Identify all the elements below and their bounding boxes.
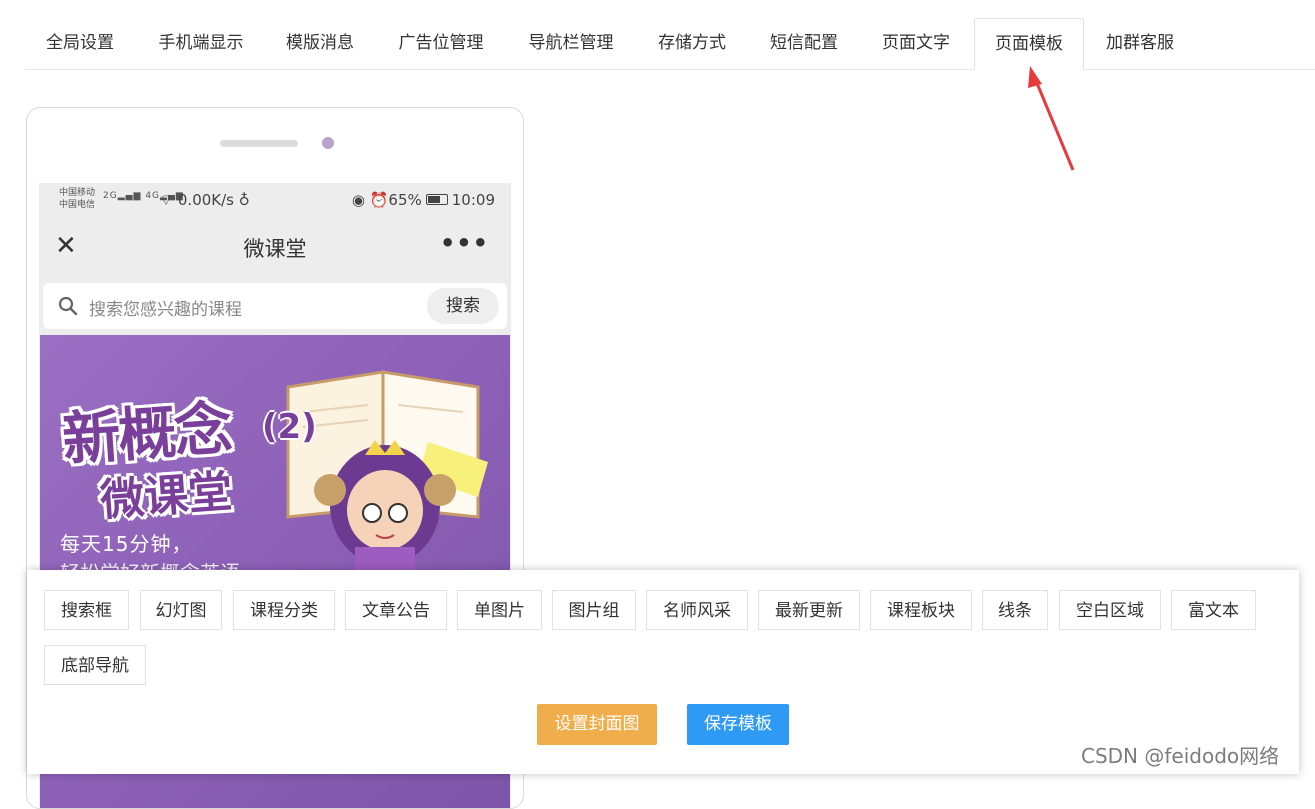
girl-illustration <box>314 440 456 575</box>
speed-value: 0.00K/s <box>177 191 234 209</box>
banner-number: (2) <box>262 407 317 447</box>
clock-time: 10:09 <box>451 191 495 209</box>
banner-subtitle: 微课堂 <box>98 466 234 527</box>
phone-speaker <box>220 140 298 147</box>
settings-tab-bar: 全局设置 手机端显示 模版消息 广告位管理 导航栏管理 存储方式 短信配置 页面… <box>25 18 1315 70</box>
tab-mobile-display[interactable]: 手机端显示 <box>141 18 261 68</box>
tab-group-service[interactable]: 加群客服 <box>1085 18 1195 68</box>
battery-percent: 65% <box>388 191 422 209</box>
component-rich-text[interactable]: 富文本 <box>1171 590 1256 630</box>
tab-template-messages[interactable]: 模版消息 <box>265 18 375 68</box>
alarm-icon: ⏰ <box>369 191 389 209</box>
tab-sms-config[interactable]: 短信配置 <box>749 18 859 68</box>
component-article-notice[interactable]: 文章公告 <box>345 590 447 630</box>
wechat-navbar: ✕ 微课堂 ••• <box>39 217 511 279</box>
tab-storage[interactable]: 存储方式 <box>637 18 747 68</box>
annotation-arrow-icon <box>1028 66 1075 171</box>
phone-camera <box>322 137 334 149</box>
component-single-image[interactable]: 单图片 <box>457 590 542 630</box>
component-bottom-nav[interactable]: 底部导航 <box>44 645 146 685</box>
network-2: 4G <box>145 191 161 201</box>
carrier-1: 中国移动 <box>59 188 96 198</box>
watermark: CSDN @feidodo网络 <box>1081 744 1280 768</box>
component-course-category[interactable]: 课程分类 <box>233 590 335 630</box>
component-line[interactable]: 线条 <box>982 590 1048 630</box>
tab-ad-management[interactable]: 广告位管理 <box>381 18 501 68</box>
more-options-icon[interactable]: ••• <box>440 229 489 257</box>
search-bar: 搜索您感兴趣的课程 搜索 <box>43 283 507 329</box>
component-teacher-showcase[interactable]: 名师风采 <box>646 590 748 630</box>
tab-page-text[interactable]: 页面文字 <box>861 18 971 68</box>
network-1: 2G <box>103 191 118 201</box>
tab-global-settings[interactable]: 全局设置 <box>25 18 135 68</box>
status-bar: 中国移动 中国电信 2G▂▄▆ 4G▂▄▆ ⌔ 0.00K/s ♁ ◉ ⏰65%… <box>39 183 511 217</box>
tab-navbar-management[interactable]: 导航栏管理 <box>511 18 631 68</box>
component-image-group[interactable]: 图片组 <box>552 590 636 630</box>
carrier-labels: 中国移动 中国电信 <box>59 187 95 211</box>
component-search-box[interactable]: 搜索框 <box>44 590 129 630</box>
search-button[interactable]: 搜索 <box>427 288 499 324</box>
search-icon <box>58 296 78 316</box>
save-template-button[interactable]: 保存模板 <box>687 704 789 745</box>
set-cover-button[interactable]: 设置封面图 <box>537 704 657 745</box>
battery-icon <box>425 194 448 205</box>
carrier-2: 中国电信 <box>59 200 96 210</box>
component-latest-updates[interactable]: 最新更新 <box>758 590 860 630</box>
search-input[interactable]: 搜索您感兴趣的课程 <box>89 295 242 320</box>
banner-text-line1: 每天15分钟， <box>60 532 193 556</box>
component-blank-area[interactable]: 空白区域 <box>1059 590 1161 630</box>
component-course-block[interactable]: 课程板块 <box>870 590 972 630</box>
network-speed: ⌔ 0.00K/s ♁ <box>159 191 250 210</box>
wifi-icon: ⌔ <box>159 191 174 209</box>
component-slideshow[interactable]: 幻灯图 <box>140 590 222 630</box>
notification-icon: ♁ <box>238 191 250 209</box>
status-right: ◉ ⏰65% 10:09 <box>352 191 495 209</box>
eye-icon: ◉ <box>351 191 365 209</box>
